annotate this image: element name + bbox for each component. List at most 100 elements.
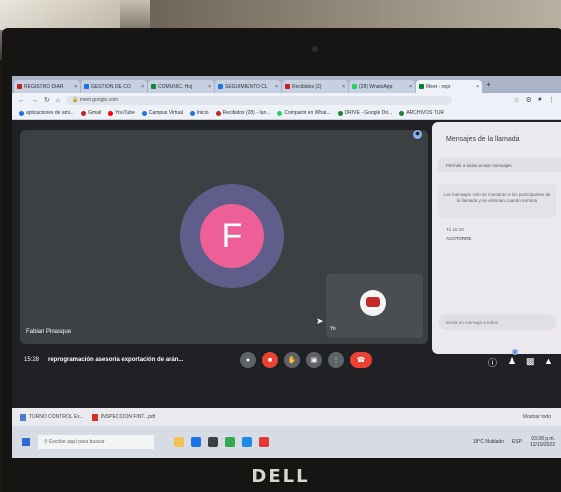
tab-label: (28) WhatsApp	[359, 83, 393, 90]
bookmark-favicon-icon	[399, 110, 405, 116]
bookmark-label: YouTube	[115, 110, 135, 116]
chrome-icon[interactable]	[225, 437, 235, 447]
chat-input[interactable]: Envía un mensaje a todos	[438, 314, 556, 330]
more-icon[interactable]: ⋮	[328, 352, 344, 368]
bookmark-item[interactable]: YouTube	[108, 110, 135, 116]
bookmark-favicon-icon	[189, 110, 195, 116]
allow-messages-toggle[interactable]: Permitir a todos enviar mensajes	[438, 158, 561, 172]
bookmark-item[interactable]: aplicaciones de ami...	[19, 110, 74, 116]
browser-tab[interactable]: REGISTRO DIAR ×	[14, 80, 80, 93]
browser-tab[interactable]: GESTION DE CO ×	[81, 80, 147, 93]
bookmark-favicon-icon	[337, 110, 343, 116]
meet-control-bar: 15:28 reprogramación asesoria exportació…	[12, 348, 561, 374]
bookmark-label: Compartir en What...	[284, 110, 331, 116]
chat-notice: Los mensajes solo se muestran a los part…	[438, 184, 556, 218]
meeting-title: reprogramación asesoria exportación de a…	[48, 357, 184, 363]
bookmark-item[interactable]: Inicio	[189, 110, 209, 116]
file-icon	[20, 413, 26, 421]
download-item[interactable]: INSPECCION FINT...pdf	[91, 413, 155, 421]
downloads-bar: TURNO CONTROL Ex... INSPECCION FINT...pd…	[12, 408, 561, 426]
tab-label: Meet - repr	[426, 83, 451, 90]
browser-toolbar: ← → ↻ ⌂ 🔒 meet.google.com ☆ ⚙ ● ⋮	[12, 93, 561, 107]
chat-panel: Mensajes de la llamada Permitir a todos …	[432, 122, 561, 354]
bookmark-favicon-icon	[19, 110, 24, 116]
close-tab-icon[interactable]: ×	[275, 84, 278, 90]
browser-tab[interactable]: (28) WhatsApp ×	[349, 80, 415, 93]
acrobat-icon[interactable]	[259, 437, 269, 447]
raise-hand-icon[interactable]: ✋	[284, 352, 300, 368]
toolbar-actions: ☆ ⚙ ● ⋮	[513, 96, 555, 104]
language-indicator[interactable]: ESP	[512, 439, 522, 445]
people-icon[interactable]: ♟	[508, 356, 516, 367]
file-explorer-icon[interactable]	[174, 437, 184, 447]
meeting-clock: 15:28	[24, 357, 40, 363]
bookmark-favicon-icon	[108, 110, 114, 116]
menu-icon[interactable]: ⋮	[548, 96, 555, 104]
info-icon[interactable]: ⓘ	[488, 356, 497, 369]
bookmark-favicon-icon	[215, 110, 221, 116]
bookmark-item[interactable]: Compartir en What...	[277, 110, 331, 116]
laptop-screen: REGISTRO DIAR × GESTION DE CO × COMUNIC. Hoj…	[12, 76, 561, 458]
close-tab-icon[interactable]: ×	[476, 84, 479, 90]
browser-tab[interactable]: Recibidos (2) ×	[282, 80, 348, 93]
extensions-icon[interactable]: ⚙	[525, 96, 531, 104]
self-view-tile[interactable]: Yo	[326, 274, 423, 338]
browser-tab[interactable]: Meet - repr ×	[416, 80, 482, 93]
main-video-stage: F Fabian Pinasque ◆ Yo ➤	[20, 130, 428, 344]
new-tab-icon[interactable]: +	[486, 80, 491, 89]
bookmark-favicon-icon	[81, 110, 87, 116]
meet-window: F Fabian Pinasque ◆ Yo ➤ Mensajes de la …	[12, 120, 561, 396]
camera-off-icon[interactable]: ■	[262, 352, 278, 368]
hangup-icon[interactable]: ☎	[350, 352, 372, 368]
mail-icon[interactable]	[242, 437, 252, 447]
forward-icon[interactable]: →	[31, 97, 38, 104]
home-icon[interactable]: ⌂	[56, 97, 60, 104]
bookmark-favicon-icon	[141, 110, 147, 116]
bookmark-item[interactable]: Recibidos (28) - Ian...	[215, 110, 271, 116]
webcam	[312, 46, 318, 52]
close-tab-icon[interactable]: ×	[141, 84, 144, 90]
taskbar-clock[interactable]: 03:28 p.m. 12/10/2022	[530, 436, 555, 448]
download-item[interactable]: TURNO CONTROL Ex...	[20, 413, 84, 421]
close-tab-icon[interactable]: ×	[74, 84, 77, 90]
close-tab-icon[interactable]: ×	[342, 84, 345, 90]
browser-tab-bar: REGISTRO DIAR × GESTION DE CO × COMUNIC. Hoj…	[12, 76, 561, 93]
reload-icon[interactable]: ↻	[44, 96, 50, 104]
present-icon[interactable]: ▣	[306, 352, 322, 368]
bookmark-label: Recibidos (28) - Ian...	[222, 110, 271, 116]
back-icon[interactable]: ←	[18, 97, 25, 104]
activities-icon[interactable]: ▲	[544, 356, 553, 366]
tab-favicon-icon	[352, 84, 357, 89]
bookmark-label: aplicaciones de ami...	[26, 110, 75, 116]
browser-tab[interactable]: COMUNIC. Hoj ×	[148, 80, 214, 93]
tab-favicon-icon	[84, 84, 89, 89]
room-window-light	[0, 0, 120, 30]
profile-icon[interactable]: ●	[538, 96, 542, 104]
bookmark-item[interactable]: Gmail	[81, 110, 101, 116]
weather-text[interactable]: 18°C Nublado	[473, 439, 504, 445]
tab-label: COMUNIC. Hoj	[158, 83, 193, 90]
chat-panel-title: Mensajes de la llamada	[446, 136, 520, 143]
browser-tab[interactable]: SEGUIMIENTO CL ×	[215, 80, 281, 93]
bookmark-star-icon[interactable]: ☆	[513, 96, 519, 104]
tab-favicon-icon	[17, 84, 22, 89]
mic-icon[interactable]: ●	[240, 352, 256, 368]
speaker-name: Fabian Pinasque	[26, 329, 72, 335]
pin-icon[interactable]: ◆	[413, 130, 422, 139]
close-tab-icon[interactable]: ×	[208, 84, 211, 90]
chat-icon[interactable]: ▩	[526, 356, 535, 367]
taskbar-search[interactable]: ⚲ Escribe aquí para buscar	[38, 435, 154, 449]
windows-start-icon[interactable]	[22, 438, 30, 446]
bookmark-item[interactable]: Campus Virtual	[141, 110, 183, 116]
bookmark-label: DRIVE - Google Dri...	[344, 110, 393, 116]
address-bar[interactable]: 🔒 meet.google.com	[66, 95, 453, 105]
bookmark-label: Gmail	[88, 110, 102, 116]
store-icon[interactable]	[208, 437, 218, 447]
bookmark-item[interactable]: DRIVE - Google Dri...	[337, 110, 393, 116]
edge-icon[interactable]	[191, 437, 201, 447]
close-tab-icon[interactable]: ×	[409, 84, 412, 90]
show-all-downloads[interactable]: Mostrar todo	[523, 414, 551, 420]
self-label: Yo	[330, 326, 336, 332]
bookmark-label: Campus Virtual	[148, 110, 183, 116]
bookmark-item[interactable]: ARCHIVOS TUR	[399, 110, 444, 116]
